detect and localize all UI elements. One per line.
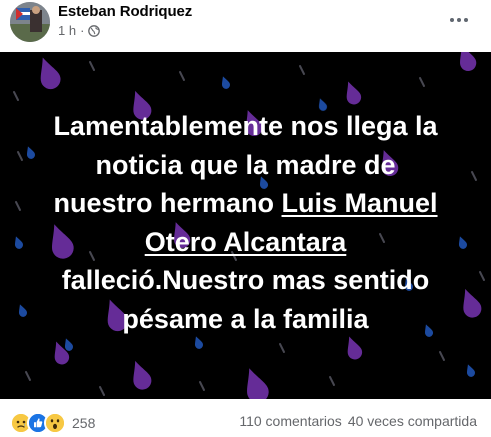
text-line-prefix: nuestro hermano xyxy=(53,188,282,218)
text-line: Otero Alcantara xyxy=(20,223,471,262)
post-image[interactable]: Lamentablemente nos llega la noticia que… xyxy=(0,52,491,399)
text-line: noticia que la madre de xyxy=(95,149,396,180)
post-stats: 110 comentarios 40 veces compartida xyxy=(239,413,477,429)
post-meta: 1 h · xyxy=(58,23,101,38)
more-dots-icon[interactable] xyxy=(443,6,475,34)
name-part2: Otero Alcantara xyxy=(144,226,347,257)
text-line: Lamentablemente nos llega la xyxy=(53,111,438,141)
post-footer: 258 110 comentarios 40 veces compartida xyxy=(0,399,491,434)
author-name[interactable]: Esteban Rodriquez xyxy=(58,3,192,20)
reactions-summary[interactable]: 258 xyxy=(10,412,95,434)
text-line: nuestro hermano Luis Manuel xyxy=(20,184,471,223)
name-part1: Luis Manuel xyxy=(281,188,438,218)
post-header: Esteban Rodriquez 1 h · xyxy=(0,0,491,52)
post-time[interactable]: 1 h xyxy=(58,23,76,38)
text-line: falleció.Nuestro mas sentido xyxy=(61,265,430,295)
wow-reaction-icon xyxy=(44,412,66,434)
shares-count[interactable]: 40 veces compartida xyxy=(348,413,477,429)
meta-separator: · xyxy=(80,23,85,38)
text-line: pésame a la familia xyxy=(122,303,369,334)
reaction-count[interactable]: 258 xyxy=(72,415,95,431)
comments-count[interactable]: 110 comentarios xyxy=(239,413,341,429)
avatar[interactable] xyxy=(10,2,50,42)
post-image-text: Lamentablemente nos llega la noticia que… xyxy=(20,107,471,338)
globe-icon[interactable] xyxy=(88,24,101,37)
